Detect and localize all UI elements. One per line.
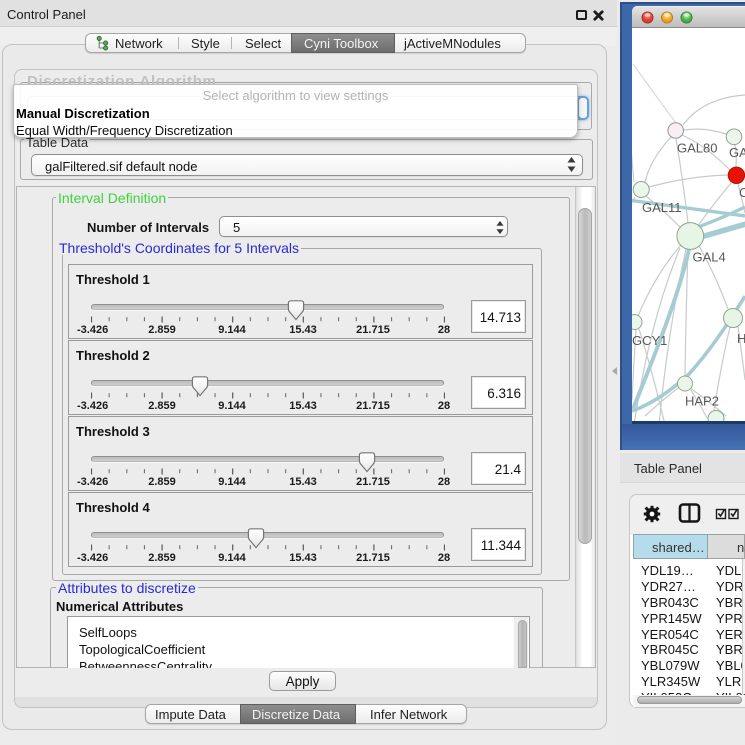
svg-text:GCY1: GCY1 (632, 333, 667, 348)
svg-text:C: C (739, 185, 745, 200)
svg-text:H: H (737, 331, 745, 346)
svg-text:HAP2: HAP2 (685, 394, 719, 409)
svg-text:GAL80: GAL80 (677, 141, 717, 156)
svg-text:GAL4: GAL4 (693, 250, 726, 265)
svg-text:GAL11: GAL11 (642, 200, 682, 215)
svg-text:GA: GA (729, 145, 745, 160)
